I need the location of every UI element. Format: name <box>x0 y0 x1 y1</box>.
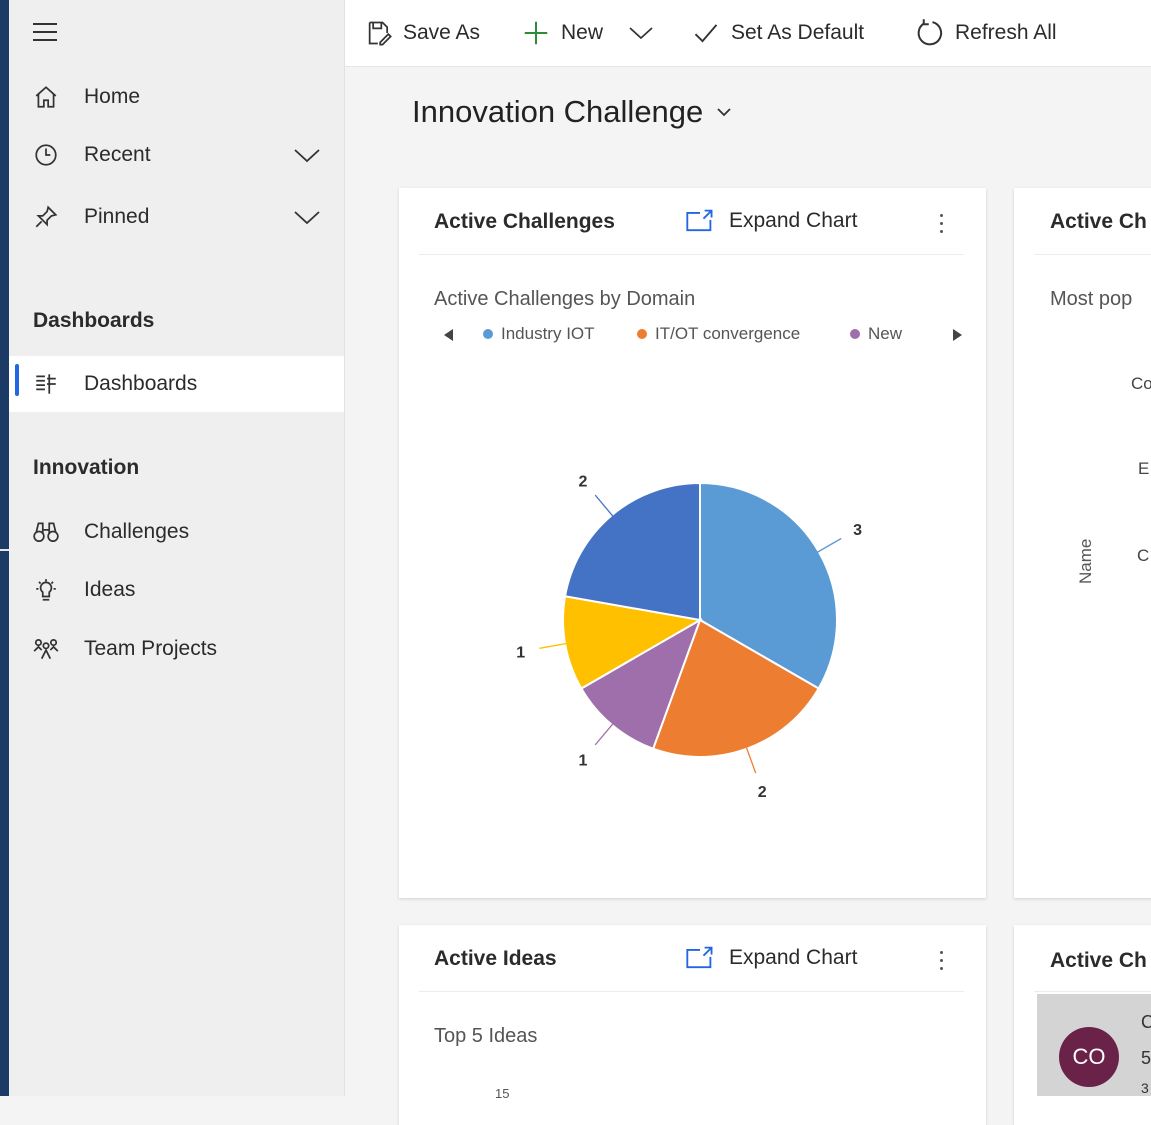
new-label: New <box>561 21 604 44</box>
set-as-default-button[interactable]: Set As Default <box>691 14 864 52</box>
sidebar-item-label: Ideas <box>84 578 136 601</box>
list-item-text: C <box>1141 1012 1151 1032</box>
save-as-label: Save As <box>403 21 481 44</box>
list-item-text: 3 <box>1141 1080 1149 1096</box>
clock-icon <box>31 140 61 170</box>
sidebar-item-ideas[interactable]: Ideas <box>9 567 344 613</box>
new-button[interactable]: New <box>521 14 603 52</box>
binoculars-icon <box>31 517 61 547</box>
sidebar-item-home[interactable]: Home <box>9 74 344 120</box>
refresh-icon <box>917 19 943 46</box>
sidebar-item-label: Recent <box>84 143 151 166</box>
sidebar-item-dashboards[interactable]: Dashboards <box>9 356 344 412</box>
sidebar-item-recent[interactable]: Recent <box>9 132 344 178</box>
sidebar-item-label: Team Projects <box>84 637 218 660</box>
section-heading-innovation: Innovation <box>33 456 140 479</box>
team-icon <box>31 634 61 664</box>
sidebar-item-label: Pinned <box>84 205 150 228</box>
card-header: Active Ideas Expand Chart <box>419 925 964 992</box>
dashboard-icon <box>31 369 61 399</box>
pie-slice[interactable] <box>563 481 701 622</box>
y-axis-label: Name <box>1076 538 1095 584</box>
pie-data-label: 1 <box>579 752 588 769</box>
section-heading-dashboards: Dashboards <box>33 309 155 332</box>
lightbulb-icon <box>31 575 61 605</box>
pie-chart: 3 2 1 1 2 <box>516 474 862 801</box>
bar-category-label: E <box>1138 459 1150 478</box>
refresh-all-label: Refresh All <box>955 21 1057 44</box>
sidebar-item-pinned[interactable]: Pinned <box>9 194 344 240</box>
card-active-ideas: Active Ideas Expand Chart Top 5 Ideas 15 <box>399 925 986 1125</box>
pie-data-label: 3 <box>853 522 862 539</box>
checkmark-icon <box>694 24 718 43</box>
new-dropdown-chevron-icon[interactable] <box>627 22 655 44</box>
card-header-divider <box>1034 254 1151 255</box>
active-indicator <box>15 364 19 396</box>
chart-subtitle: Most pop <box>1050 288 1133 310</box>
home-icon <box>31 82 61 112</box>
pie-data-label: 2 <box>579 474 588 491</box>
bar-category-label: C <box>1137 546 1150 565</box>
card-title: Active Ch <box>1050 210 1147 233</box>
sidebar-item-challenges[interactable]: Challenges <box>9 509 344 555</box>
bar-category-label: Co <box>1131 374 1151 393</box>
card-title: Active Ch <box>1050 949 1147 972</box>
hamburger-menu-icon[interactable] <box>31 20 61 44</box>
card-active-challenges: Active Challenges Expand Chart Active Ch… <box>399 188 986 898</box>
command-bar: Save As New Set As Default Refresh All <box>345 0 1151 67</box>
more-options-icon[interactable] <box>933 945 949 975</box>
save-as-button[interactable]: Save As <box>365 14 480 52</box>
chevron-down-icon[interactable] <box>292 202 322 232</box>
sidebar-item-team-projects[interactable]: Team Projects <box>9 626 344 672</box>
dashboard-title: Innovation Challenge <box>412 94 704 129</box>
list-item-text: 5 <box>1141 1048 1151 1068</box>
plus-icon <box>524 21 548 45</box>
refresh-all-button[interactable]: Refresh All <box>915 14 1057 52</box>
expand-chart-icon <box>686 946 713 969</box>
set-as-default-label: Set As Default <box>731 21 865 44</box>
sidebar: Home Recent Pinned Dashboards Dashboards… <box>9 0 345 1096</box>
pie-data-label: 1 <box>516 645 525 662</box>
chevron-down-icon <box>717 108 731 117</box>
chevron-down-icon[interactable] <box>292 140 322 170</box>
chart-title: Top 5 Ideas <box>434 1025 538 1047</box>
window-left-edge <box>0 0 9 1096</box>
save-as-icon <box>368 21 392 46</box>
pie-data-label: 2 <box>758 784 767 801</box>
card-title: Active Ideas <box>434 947 557 970</box>
avatar[interactable]: CO <box>1059 1027 1119 1087</box>
sidebar-item-label: Challenges <box>84 520 190 543</box>
window-edge-marker <box>0 549 9 551</box>
sidebar-item-label: Home <box>84 85 141 108</box>
dashboard-selector[interactable]: Innovation Challenge <box>412 94 733 130</box>
sidebar-item-label: Dashboards <box>84 372 198 395</box>
expand-chart-button[interactable]: Expand Chart <box>685 945 857 971</box>
y-axis-tick-label: 15 <box>495 1086 510 1101</box>
expand-chart-label: Expand Chart <box>729 946 858 969</box>
pin-icon <box>31 202 61 232</box>
card-header-divider <box>1034 991 1151 992</box>
